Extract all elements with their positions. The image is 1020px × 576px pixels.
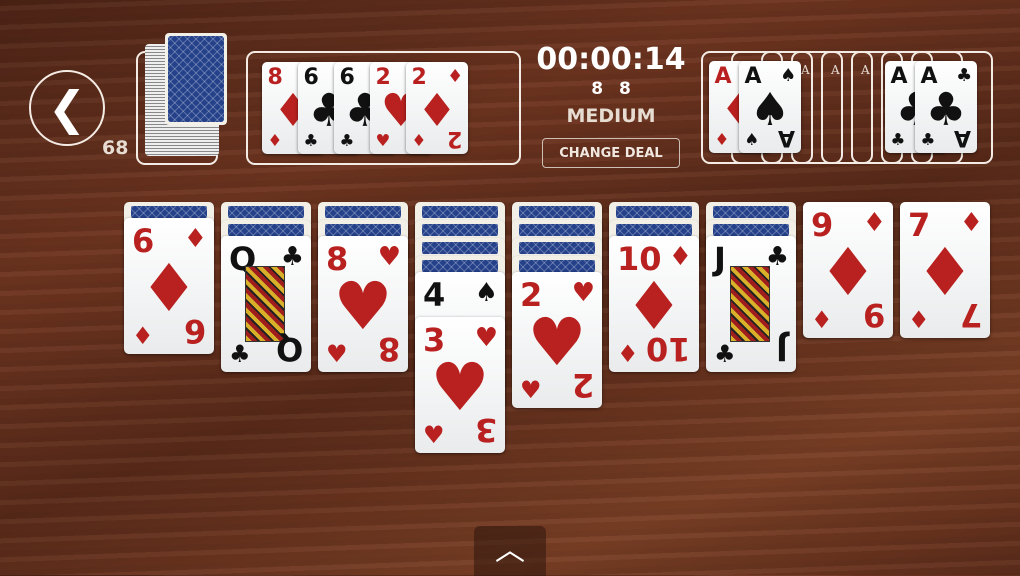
card-back-pattern bbox=[519, 206, 595, 218]
card-rank-inverted: J bbox=[776, 330, 788, 368]
card-back-pattern bbox=[325, 224, 401, 236]
chevron-left-icon: ❮ bbox=[47, 81, 87, 135]
menu-handle-button[interactable]: ︿ bbox=[474, 526, 546, 576]
playing-card[interactable]: 9 ♦ ♦ ♦ 9 bbox=[803, 202, 893, 338]
card-back-pattern bbox=[422, 206, 498, 218]
stock-top-card[interactable] bbox=[165, 33, 227, 125]
diamonds-icon: ♦ bbox=[447, 65, 464, 87]
hearts-icon: ♥ bbox=[377, 242, 401, 272]
card-rank-inverted: 9 bbox=[862, 296, 885, 334]
card-back-pattern bbox=[228, 224, 304, 236]
spades-icon: ♠ bbox=[474, 278, 498, 308]
clubs-icon: ♣ bbox=[229, 340, 251, 368]
playing-card[interactable]: 2♥♥♥2 bbox=[512, 272, 602, 408]
playing-card[interactable]: J ♣ ♣ J bbox=[706, 236, 796, 372]
diamonds-icon: ♦ bbox=[811, 306, 833, 334]
card-back-pattern bbox=[519, 242, 595, 254]
clubs-icon: ♣ bbox=[339, 131, 355, 151]
playing-card[interactable]: 2 ♦ ♦ ♦ 2 bbox=[406, 62, 468, 154]
diamonds-icon: ♦ bbox=[411, 131, 427, 151]
card-rank-inverted: 2 bbox=[447, 126, 463, 152]
foundation-empty-label: A bbox=[801, 63, 810, 77]
playing-card[interactable]: Q ♣ ♣ Q bbox=[221, 236, 311, 372]
clubs-icon: ♣ bbox=[920, 130, 936, 150]
diamonds-icon: ♦ bbox=[714, 130, 730, 150]
card-back-pattern bbox=[519, 260, 595, 272]
playing-card[interactable]: 10 ♦ ♦ ♦ 10 bbox=[609, 236, 699, 372]
card-rank-inverted: 7 bbox=[959, 296, 982, 334]
clubs-icon: ♣ bbox=[956, 64, 973, 86]
diamonds-icon: ♦ bbox=[862, 208, 886, 238]
card-rank-inverted: 10 bbox=[646, 330, 691, 368]
card-back-pattern bbox=[616, 224, 692, 236]
hearts-icon: ♥ bbox=[474, 323, 498, 353]
playing-card[interactable]: 7 ♦ ♦ ♦ 7 bbox=[900, 202, 990, 338]
stock-count: 68 bbox=[102, 137, 129, 159]
hearts-icon: ♥ bbox=[520, 376, 542, 404]
card-back-pattern bbox=[616, 206, 692, 218]
hearts-icon: ♥ bbox=[326, 340, 348, 368]
hearts-icon: ♥ bbox=[423, 421, 445, 449]
hearts-icon: ♥ bbox=[571, 278, 595, 308]
card-back-pattern bbox=[713, 224, 789, 236]
card-rank-inverted: 6 bbox=[183, 312, 206, 350]
card-rank-inverted: Q bbox=[275, 330, 303, 368]
clubs-icon: ♣ bbox=[303, 131, 319, 151]
diamonds-icon: ♦ bbox=[668, 242, 692, 272]
diamonds-icon: ♦ bbox=[617, 340, 639, 368]
foundation-empty-label: A bbox=[861, 63, 870, 77]
foundation-empty-label: A bbox=[831, 63, 840, 77]
card-back-pattern bbox=[422, 260, 498, 272]
move-counter: 8 8 bbox=[591, 79, 631, 99]
change-deal-button[interactable]: CHANGE DEAL bbox=[542, 138, 680, 168]
diamonds-icon: ♦ bbox=[183, 224, 207, 254]
spades-icon: ♠ bbox=[780, 64, 797, 86]
card-rank-inverted: A bbox=[778, 125, 796, 151]
spades-icon: ♠ bbox=[744, 130, 760, 150]
card-rank: J bbox=[714, 240, 726, 278]
playing-card[interactable]: A ♠ ♠ ♠ A bbox=[739, 61, 801, 153]
playing-card[interactable]: 8 ♥ ♥ ♥ 8 bbox=[318, 236, 408, 372]
card-rank-inverted: 3 bbox=[474, 411, 497, 449]
card-back-pattern bbox=[519, 224, 595, 236]
card-back-pattern bbox=[713, 206, 789, 218]
back-button[interactable]: ❮ bbox=[29, 70, 105, 146]
playing-card[interactable]: 6 ♦ ♦ ♦ 6 bbox=[124, 218, 214, 354]
card-back-pattern bbox=[131, 206, 207, 218]
timer: 00:00:14 bbox=[536, 42, 686, 77]
hearts-icon: ♥ bbox=[375, 131, 391, 151]
card-rank-inverted: 2 bbox=[571, 366, 594, 404]
clubs-icon: ♣ bbox=[890, 130, 906, 150]
playing-card[interactable]: 3 ♥ ♥ ♥ 3 bbox=[415, 317, 505, 453]
card-back-pattern bbox=[422, 242, 498, 254]
card-rank-inverted: A bbox=[954, 125, 972, 151]
diamonds-icon: ♦ bbox=[908, 306, 930, 334]
difficulty-label: MEDIUM bbox=[566, 105, 656, 127]
chevron-up-icon: ︿ bbox=[495, 533, 525, 568]
diamonds-icon: ♦ bbox=[132, 322, 154, 350]
card-back-pattern bbox=[422, 224, 498, 236]
card-rank-inverted: 8 bbox=[377, 330, 400, 368]
playing-card[interactable]: A♣♣♣A bbox=[915, 61, 977, 153]
clubs-icon: ♣ bbox=[714, 340, 736, 368]
diamonds-icon: ♦ bbox=[959, 208, 983, 238]
card-back-pattern bbox=[325, 206, 401, 218]
face-card-figure bbox=[730, 266, 770, 342]
diamonds-icon: ♦ bbox=[267, 131, 283, 151]
card-back-pattern bbox=[228, 206, 304, 218]
